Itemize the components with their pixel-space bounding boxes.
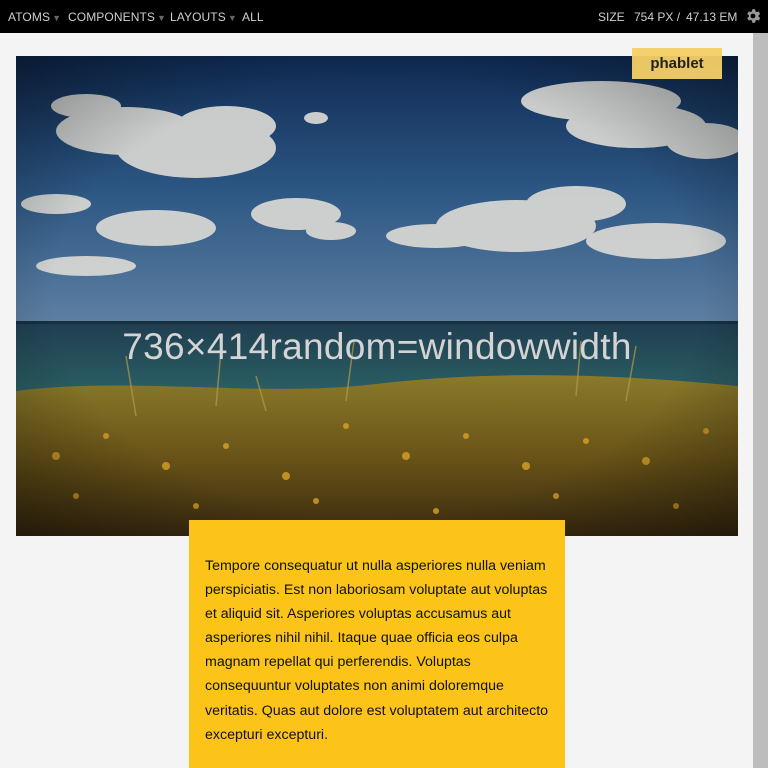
- chevron-down-icon: ▼: [227, 13, 237, 23]
- top-toolbar: ATOMS ▼ COMPONENTS ▼ LAYOUTS ▼ ALL SIZE 754…: [0, 0, 768, 33]
- gear-icon[interactable]: [744, 7, 762, 25]
- nav-atoms-label: ATOMS: [8, 10, 51, 24]
- nav-layouts[interactable]: LAYOUTS ▼: [170, 10, 237, 24]
- chevron-down-icon: ▼: [52, 13, 62, 23]
- scrollbar-thumb[interactable]: [753, 33, 768, 768]
- landscape-image: [16, 56, 738, 536]
- content-block: Tempore consequatur ut nulla asperiores …: [189, 520, 565, 768]
- nav-atoms[interactable]: ATOMS ▼: [8, 10, 61, 24]
- size-px-readout: 754 PX /: [634, 10, 681, 24]
- nav-all[interactable]: ALL: [242, 10, 264, 24]
- nav-layouts-label: LAYOUTS: [170, 10, 226, 24]
- nav-components[interactable]: COMPONENTS ▼: [68, 10, 166, 24]
- scrollbar[interactable]: [753, 33, 768, 768]
- size-label: SIZE: [598, 10, 625, 24]
- size-em-readout: 47.13 EM: [686, 10, 738, 24]
- nav-all-label: ALL: [242, 10, 264, 24]
- chevron-down-icon: ▼: [157, 13, 167, 23]
- image-placeholder-caption: 736×414random=windowwidth: [122, 326, 632, 367]
- hero-image: 736×414random=windowwidth: [16, 56, 738, 536]
- nav-components-label: COMPONENTS: [68, 10, 156, 24]
- viewport-size-badge: phablet: [632, 48, 722, 79]
- body-paragraph: Tempore consequatur ut nulla asperiores …: [205, 558, 549, 743]
